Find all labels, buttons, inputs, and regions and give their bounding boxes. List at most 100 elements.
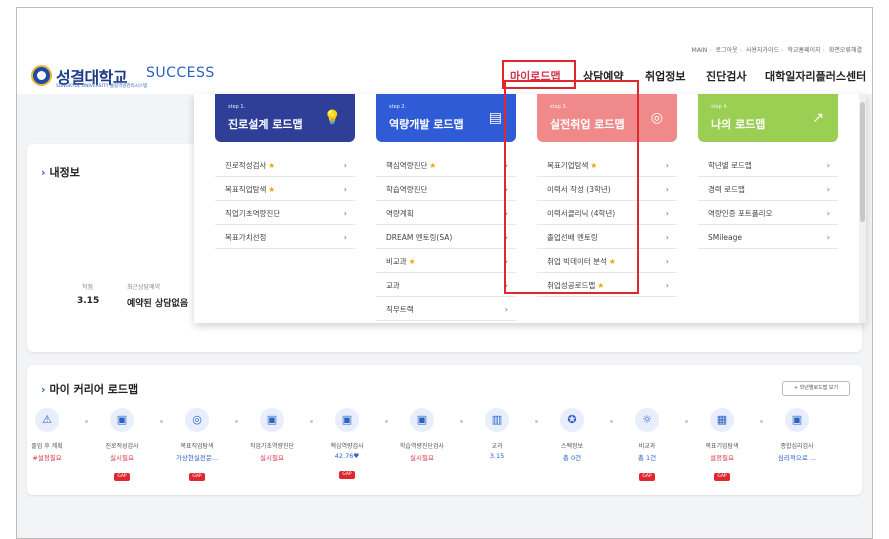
node-label: 목표직업탐색 [180,443,214,450]
star-icon: ★ [268,161,276,170]
node-value: 총 0건 [562,454,582,462]
step-title: 역량개발 로드맵 [389,118,464,131]
roadmap-node[interactable]: ☼ 비교과 총 1건 GAP [613,408,681,481]
node-label: 직업기초역량진단 [249,443,295,450]
top-link-guide[interactable]: 사용자가이드 [746,47,779,54]
menu-item-label: 교과 [386,281,400,290]
roadmap-menu-item[interactable]: 역량인증 포트폴리오 › [698,204,838,225]
menu-item-label: 직업기초역량진단 [225,209,281,218]
roadmap-node[interactable]: ▥ 교과 3.15 [463,408,531,460]
roadmap-node[interactable]: ▣ 학습역량진단검사 실시필요 [388,408,456,462]
roadmap-step-header[interactable]: step 1. 진로설계 로드맵 💡 [215,94,355,142]
chevron-right-icon: › [826,161,830,170]
menu-item-label: 진로적성검사 [225,161,267,170]
roadmap-menu-item[interactable]: 직업기초역량진단 › [215,204,355,225]
gap-badge: GAP [189,473,205,481]
roadmap-menu-item[interactable]: SMileage › [698,228,838,249]
menu-item-label: 경력 로드맵 [708,185,745,194]
logo-success: SUCCESS [146,65,215,81]
chevron-right-icon: › [343,161,347,170]
step-title: 진로설계 로드맵 [228,118,303,131]
clipboard-icon: ▣ [335,408,359,432]
roadmap-title: › 마이 커리어 로드맵 [41,383,139,396]
roadmap-step-header[interactable]: step 2. 역량개발 로드맵 ▤ [376,94,516,142]
chevron-right-icon: › [665,209,669,218]
site-header: MAIN › 로그아웃 › 사용자가이드 › 학교홈페이지 › 화면오류해결 성결대학교… [17,8,872,94]
menu-scrollbar-thumb[interactable] [860,102,865,222]
top-link-error[interactable]: 화면오류해결 [829,47,862,54]
roadmap-menu-item[interactable]: 비교과 ★ › [376,252,516,273]
badge-icon: ✪ [560,408,584,432]
main-content: › 내정보 학점 3.15 최근상담예약 예약된 상담없음 step 1. 진로설계… [17,94,872,538]
chevron-right-icon: › [343,185,347,194]
emblem-icon [31,65,52,86]
roadmap-menu-item[interactable]: 교과 › [376,276,516,297]
menu-item-label: SMileage [708,233,742,242]
clipboard-icon: ▣ [260,408,284,432]
clipboard-icon: ▣ [410,408,434,432]
menu-item-label: DREAM 멘토링(SA) [386,233,453,242]
chevron-right-icon: › [343,233,347,242]
roadmap-node[interactable]: ▣ 직업기초역량진단 실시필요 [238,408,306,462]
step-title: 나의 로드맵 [711,118,766,131]
node-value: 실시필요 [110,454,134,462]
chevron-right-icon: › [665,161,669,170]
nav-job-info[interactable]: 취업정보 [645,68,685,84]
menu-item-label: 비교과 [386,257,407,266]
roadmap-node[interactable]: ◎ 목표직업탐색가상현실전문... GAP [163,408,231,481]
node-label: 졸업 후 계획 [31,443,63,450]
node-label: 핵심역량검사 [330,443,364,450]
top-link-logout[interactable]: 로그아웃 [716,47,738,54]
chevron-right-icon: › [665,185,669,194]
menu-item-label: 학년별 로드맵 [708,161,752,170]
gap-badge: GAP [639,473,655,481]
lightbulb-icon: 💡 [323,110,341,126]
trend-icon: ↗ [812,110,824,126]
node-value: 3.15 [489,452,505,460]
roadmap-menu-item[interactable]: 경력 로드맵 › [698,180,838,201]
gap-badge: GAP [714,473,730,481]
view-grade-roadmap-button[interactable]: + 학년별로드맵 보기 [782,381,850,396]
roadmap-menu-item[interactable]: 목표직업탐색 ★ › [215,180,355,201]
roadmap-node[interactable]: ▣ 진로적성검사 실시필요 GAP [88,408,156,481]
roadmap-menu-item[interactable]: DREAM 멘토링(SA) › [376,228,516,249]
roadmap-step-header[interactable]: step 4. 나의 로드맵 ↗ [698,94,838,142]
nav-diagnosis[interactable]: 진단검사 [706,68,746,84]
star-icon: ★ [408,257,416,266]
menu-item-label: 역량계획 [386,209,414,218]
building-icon: ▦ [710,408,734,432]
top-link-main[interactable]: MAIN [692,47,708,54]
roadmap-menu-item[interactable]: 학습역량진단 › [376,180,516,201]
bulb-icon: ☼ [635,408,659,432]
chevron-right-icon: › [665,257,669,266]
roadmap-menu-item[interactable]: 목표가치선정 › [215,228,355,249]
chevron-right-icon: › [504,305,508,314]
recent-counsel-label: 최근상담예약 [127,284,161,291]
node-label: 교과 [491,443,503,450]
roadmap-node[interactable]: ⚠ 졸업 후 계획 #설정필요 [17,408,81,462]
menu-item-label: 핵심역량진단 [386,161,428,170]
star-icon: ★ [268,185,276,194]
nav-job-plus-center[interactable]: 대학일자리플러스센터 [765,68,866,84]
star-icon: ★ [429,161,437,170]
node-label: 진로적성검사 [105,443,139,450]
roadmap-node[interactable]: ▣ 종합심리검사 심리적으로 ... [763,408,831,462]
roadmap-menu-item[interactable]: 진로적성검사 ★ › [215,156,355,177]
roadmap-menu-item[interactable]: 학년별 로드맵 › [698,156,838,177]
chevron-right-icon: › [826,209,830,218]
gpa-value: 3.15 [77,296,100,306]
roadmap-node[interactable]: ✪ 스펙정보 총 0건 [538,408,606,462]
roadmap-node[interactable]: ▦ 목표기업탐색 설정필요 GAP [688,408,756,481]
top-link-homepage[interactable]: 학교홈페이지 [787,47,820,54]
step-number: step 4. [711,104,729,110]
roadmap-menu-item[interactable]: 핵심역량진단 ★ › [376,156,516,177]
roadmap-menu-item[interactable]: 역량계획 › [376,204,516,225]
target-icon: ◎ [650,110,663,126]
gap-badge: GAP [339,471,355,479]
node-value: 설정필요 [710,454,734,462]
roadmap-node[interactable]: ▣ 핵심역량검사 42.76♥ GAP [313,408,381,479]
roadmap-menu-item[interactable]: 직무트랙 › [376,300,516,321]
target-icon: ◎ [185,408,209,432]
node-value: 가상현실전문... [175,454,219,462]
university-logo[interactable]: 성결대학교 SUCCESS SUNGKYUL UNIVERSITY 통합역량관리… [31,65,231,95]
